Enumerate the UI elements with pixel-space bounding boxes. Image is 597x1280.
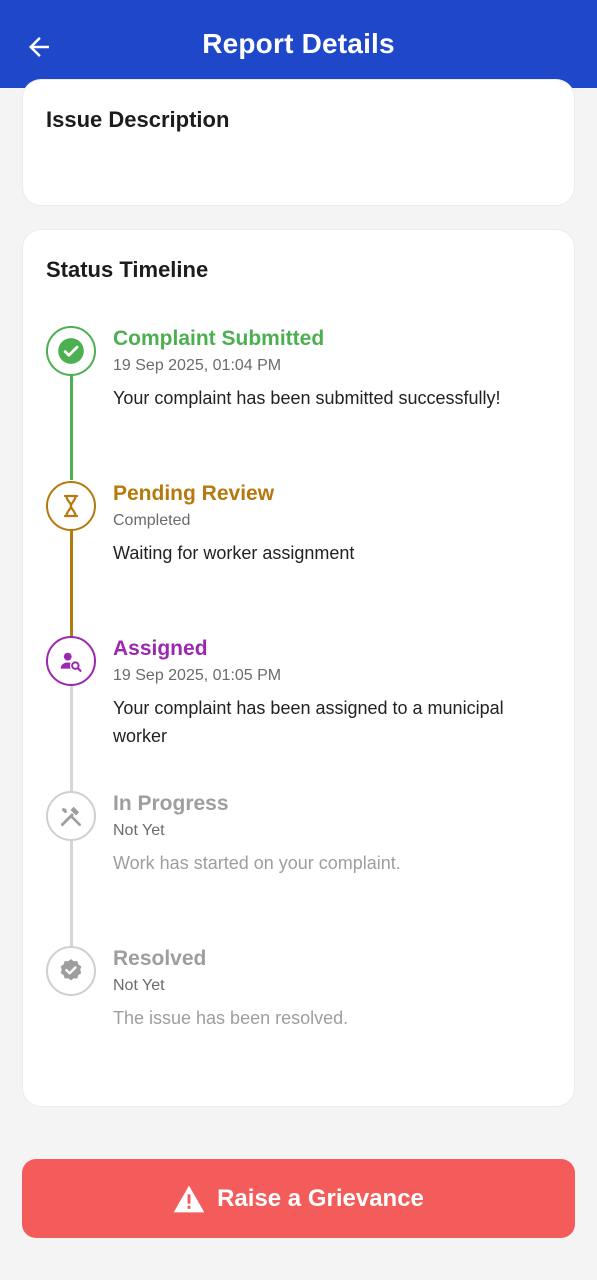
issue-description-heading: Issue Description <box>46 107 230 132</box>
timeline-step-resolved: Resolved Not Yet The issue has been reso… <box>113 946 558 1032</box>
timeline-step-icon <box>46 326 96 376</box>
step-date: Not Yet <box>113 977 165 994</box>
raise-grievance-label: Raise a Grievance <box>217 1184 424 1212</box>
status-timeline-card: Status Timeline Complaint Submitted 19 S… <box>23 230 574 1106</box>
app-bar: Report Details <box>0 0 597 88</box>
timeline-step-pending-review: Pending Review Completed Waiting for wor… <box>113 481 558 567</box>
hourglass-icon <box>63 494 79 518</box>
tools-icon <box>60 806 81 827</box>
step-message: Your complaint has been submitted succes… <box>113 388 501 408</box>
step-title: Complaint Submitted <box>113 327 325 350</box>
status-timeline-heading: Status Timeline <box>46 257 209 282</box>
step-date: Completed <box>113 512 191 529</box>
page-title: Report Details <box>202 28 395 59</box>
timeline-step-icon <box>46 791 96 841</box>
timeline-step-icon <box>46 946 96 996</box>
step-message: Waiting for worker assignment <box>113 543 355 563</box>
person-search-icon <box>60 652 82 672</box>
step-title: Assigned <box>113 637 208 660</box>
step-date: 19 Sep 2025, 01:05 PM <box>113 667 282 684</box>
timeline-step-assigned: Assigned 19 Sep 2025, 01:05 PM Your comp… <box>113 636 558 750</box>
timeline-step-icon <box>46 481 96 531</box>
timeline-connector <box>70 530 73 636</box>
step-message: Work has started on your complaint. <box>113 853 401 873</box>
step-date: Not Yet <box>113 822 165 839</box>
step-title: Resolved <box>113 947 207 970</box>
timeline-connector <box>70 375 73 480</box>
back-button[interactable] <box>22 30 56 64</box>
step-message: The issue has been resolved. <box>113 1008 349 1028</box>
arrow-back-icon <box>29 37 49 57</box>
timeline-connector <box>70 686 73 792</box>
step-message: Your complaint has been assigned to a mu… <box>113 698 504 746</box>
step-date: 19 Sep 2025, 01:04 PM <box>113 357 282 374</box>
raise-grievance-button[interactable]: Raise a Grievance <box>22 1159 575 1238</box>
timeline-connector <box>70 841 73 947</box>
timeline-step-icon <box>46 636 96 686</box>
issue-description-card: Issue Description <box>23 80 574 205</box>
timeline-step-in-progress: In Progress Not Yet Work has started on … <box>113 791 558 877</box>
timeline-step-complaint-submitted: Complaint Submitted 19 Sep 2025, 01:04 P… <box>113 326 558 412</box>
check-circle-icon <box>58 338 84 364</box>
verified-badge-icon <box>60 959 82 981</box>
step-title: In Progress <box>113 792 229 815</box>
step-title: Pending Review <box>113 482 275 505</box>
warning-icon <box>173 1185 205 1212</box>
